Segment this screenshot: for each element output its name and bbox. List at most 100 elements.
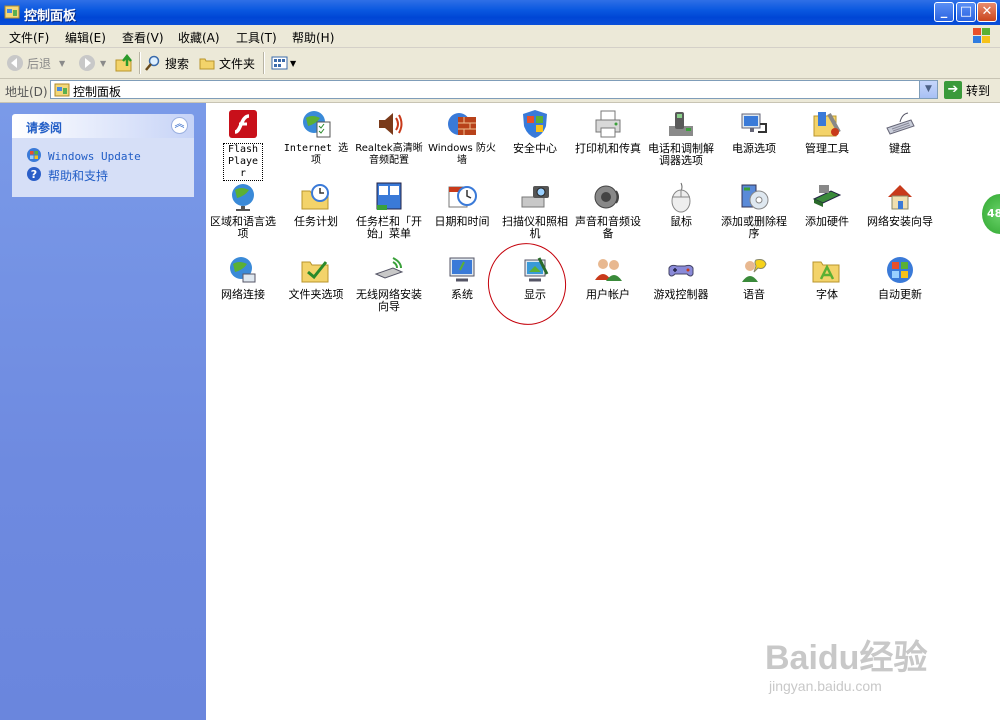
folders-label: 文件夹	[219, 56, 256, 71]
system-icon	[446, 254, 478, 286]
item-flash-player[interactable]: Flash Player	[207, 108, 279, 181]
item-label: 任务计划	[294, 215, 338, 228]
scheduled-tasks-icon	[300, 181, 332, 213]
item-display[interactable]: 显示	[499, 254, 571, 301]
item-label: 任务栏和「开始」菜单	[356, 215, 422, 240]
menu-tools[interactable]: 工具(T)	[236, 29, 277, 46]
item-network-setup-wizard[interactable]: 网络安装向导	[864, 181, 936, 228]
item-windows-firewall[interactable]: Windows 防火墙	[426, 108, 498, 167]
up-folder-icon	[115, 54, 135, 72]
watermark-brand: Baidu经验	[765, 639, 928, 677]
item-network-connections[interactable]: 网络连接	[207, 254, 279, 301]
speaker-icon	[373, 108, 405, 140]
go-button[interactable]: ➔ 转到	[944, 80, 990, 100]
item-scanners-cameras[interactable]: 扫描仪和照相机	[499, 181, 571, 240]
shield-icon	[519, 108, 551, 140]
item-label: 电话和调制解调器选项	[648, 142, 714, 167]
menu-help[interactable]: 帮助(H)	[292, 29, 334, 46]
back-button[interactable]: 后退 ▼	[6, 53, 65, 73]
toolbar: 后退 ▼ ▼ 搜索 文件夹 ▼	[0, 48, 1000, 79]
mouse-icon	[665, 181, 697, 213]
item-automatic-updates[interactable]: 自动更新	[864, 254, 936, 301]
views-icon	[271, 55, 289, 71]
collapse-chevron-icon[interactable]: ︽	[171, 117, 188, 134]
item-date-time[interactable]: 日期和时间	[426, 181, 498, 228]
item-internet-options[interactable]: Internet 选项	[280, 108, 352, 167]
item-label: 日期和时间	[434, 215, 490, 228]
menu-file[interactable]: 文件(F)	[9, 29, 49, 46]
power-icon	[738, 108, 770, 140]
item-taskbar-start[interactable]: 任务栏和「开始」菜单	[353, 181, 425, 240]
item-realtek-audio[interactable]: Realtek高清晰音频配置	[353, 108, 425, 167]
item-printers-faxes[interactable]: 打印机和传真	[572, 108, 644, 155]
flash-icon	[227, 108, 259, 140]
title-bar[interactable]: 控制面板 _ □ ✕	[0, 0, 1000, 25]
see-also-body: Windows Update ? 帮助和支持	[12, 138, 194, 197]
tools-icon	[811, 108, 843, 140]
display-icon	[519, 254, 551, 286]
folders-button[interactable]: 文件夹	[199, 53, 255, 73]
item-fonts[interactable]: 字体	[791, 254, 863, 301]
item-folder-options[interactable]: 文件夹选项	[280, 254, 352, 301]
window-title: 控制面板	[24, 9, 77, 24]
windows-update-link[interactable]: Windows Update	[26, 147, 141, 166]
see-also-header[interactable]: 请参阅 ︽	[12, 114, 194, 138]
item-label: 鼠标	[670, 215, 692, 228]
baidu-watermark: Baidu经验 jingyan.baidu.com	[765, 612, 985, 702]
item-speech[interactable]: 语音	[718, 254, 790, 301]
item-system[interactable]: 系统	[426, 254, 498, 301]
item-phone-modem[interactable]: 电话和调制解调器选项	[645, 108, 717, 167]
maximize-button[interactable]: □	[956, 2, 976, 22]
item-label: 声音和音频设备	[575, 215, 641, 240]
item-user-accounts[interactable]: 用户帐户	[572, 254, 644, 301]
item-label: Flash Player	[223, 143, 263, 181]
item-add-hardware[interactable]: 添加硬件	[791, 181, 863, 228]
up-folder-button[interactable]	[115, 53, 135, 73]
item-label: 管理工具	[805, 142, 849, 155]
svg-text:?: ?	[31, 168, 37, 181]
folder-options-icon	[300, 254, 332, 286]
item-label: 安全中心	[513, 142, 557, 155]
item-regional-language[interactable]: 区域和语言选项	[207, 181, 279, 240]
item-label: 扫描仪和照相机	[502, 215, 568, 240]
item-sound-audio[interactable]: 声音和音频设备	[572, 181, 644, 240]
menu-view[interactable]: 查看(V)	[122, 29, 164, 46]
item-label: 字体	[816, 288, 838, 301]
menu-favorites[interactable]: 收藏(A)	[178, 29, 220, 46]
item-label: 文件夹选项	[288, 288, 344, 301]
keyboard-icon	[884, 108, 916, 140]
item-label: 打印机和传真	[575, 142, 641, 155]
address-value: 控制面板	[73, 85, 122, 99]
item-security-center[interactable]: 安全中心	[499, 108, 571, 155]
forward-button[interactable]: ▼	[78, 53, 106, 73]
item-mouse[interactable]: 鼠标	[645, 181, 717, 228]
item-wireless-network-wizard[interactable]: 无线网络安装向导	[353, 254, 425, 313]
item-admin-tools[interactable]: 管理工具	[791, 108, 863, 155]
item-scheduled-tasks[interactable]: 任务计划	[280, 181, 352, 228]
search-button[interactable]: 搜索	[145, 53, 189, 73]
views-button[interactable]: ▼	[271, 53, 296, 73]
item-add-remove-programs[interactable]: 添加或删除程序	[718, 181, 790, 240]
item-label: 无线网络安装向导	[356, 288, 422, 313]
address-input[interactable]: 控制面板 ▼	[50, 80, 938, 99]
item-game-controllers[interactable]: 游戏控制器	[645, 254, 717, 301]
watermark-url: jingyan.baidu.com	[769, 678, 882, 694]
menu-bar: 文件(F) 编辑(E) 查看(V) 收藏(A) 工具(T) 帮助(H)	[0, 25, 1000, 48]
item-keyboard[interactable]: 键盘	[864, 108, 936, 155]
item-power-options[interactable]: 电源选项	[718, 108, 790, 155]
forward-dropdown-icon: ▼	[100, 58, 107, 68]
address-label: 地址(D)	[5, 85, 48, 99]
fonts-icon	[811, 254, 843, 286]
address-dropdown-button[interactable]: ▼	[919, 81, 937, 98]
network-icon	[227, 254, 259, 286]
minimize-button[interactable]: _	[934, 2, 954, 22]
go-label: 转到	[966, 83, 991, 98]
users-icon	[592, 254, 624, 286]
help-support-link[interactable]: ? 帮助和支持	[26, 166, 108, 185]
menu-edit[interactable]: 编辑(E)	[65, 29, 106, 46]
close-button[interactable]: ✕	[977, 2, 997, 22]
go-arrow-icon: ➔	[944, 81, 962, 99]
sound-icon	[592, 181, 624, 213]
auto-update-icon	[884, 254, 916, 286]
item-label: 网络安装向导	[867, 215, 933, 228]
